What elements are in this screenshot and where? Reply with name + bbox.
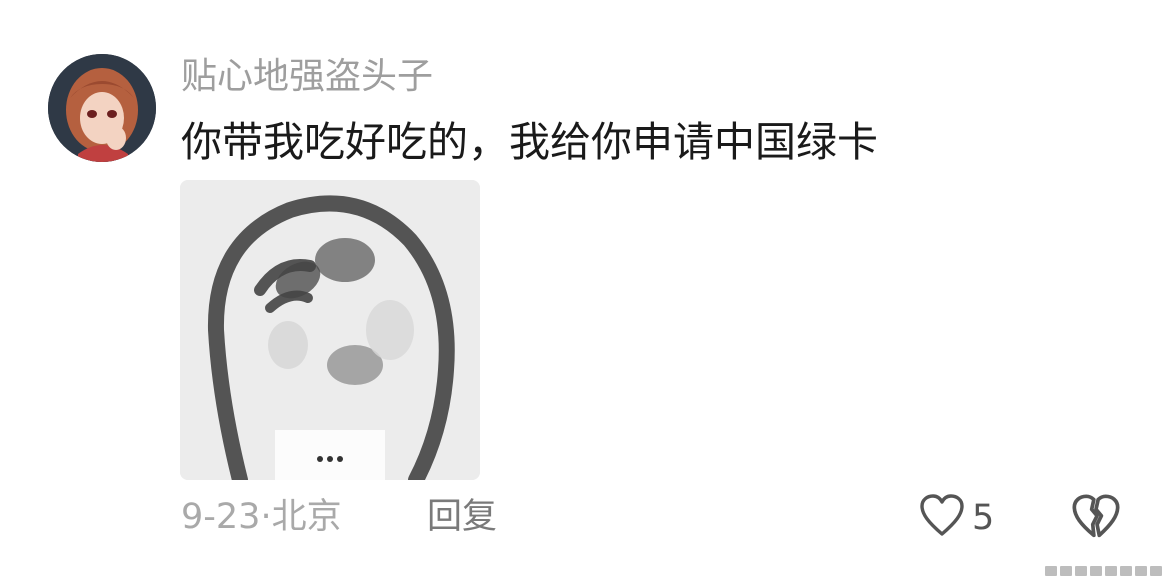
comment-meta: 9-23·北京 [181,493,342,541]
heart-outline-icon [918,492,966,544]
username[interactable]: 贴心地强盗头子 [181,52,433,102]
comment-text: 你带我吃好吃的，我给你申请中国绿卡 [181,118,878,166]
avatar[interactable] [48,54,156,162]
meta-separator: · [260,497,272,537]
dislike-button[interactable] [1070,492,1122,544]
broken-heart-icon [1070,494,1122,548]
watermark [1045,566,1162,576]
comment-date: 9-23 [181,497,261,537]
like-count: 5 [972,498,995,538]
reply-button[interactable]: 回复 [427,493,497,541]
sticker-image[interactable] [180,180,480,480]
like-button[interactable]: 5 [918,492,994,544]
comment-location: 北京 [271,497,342,537]
